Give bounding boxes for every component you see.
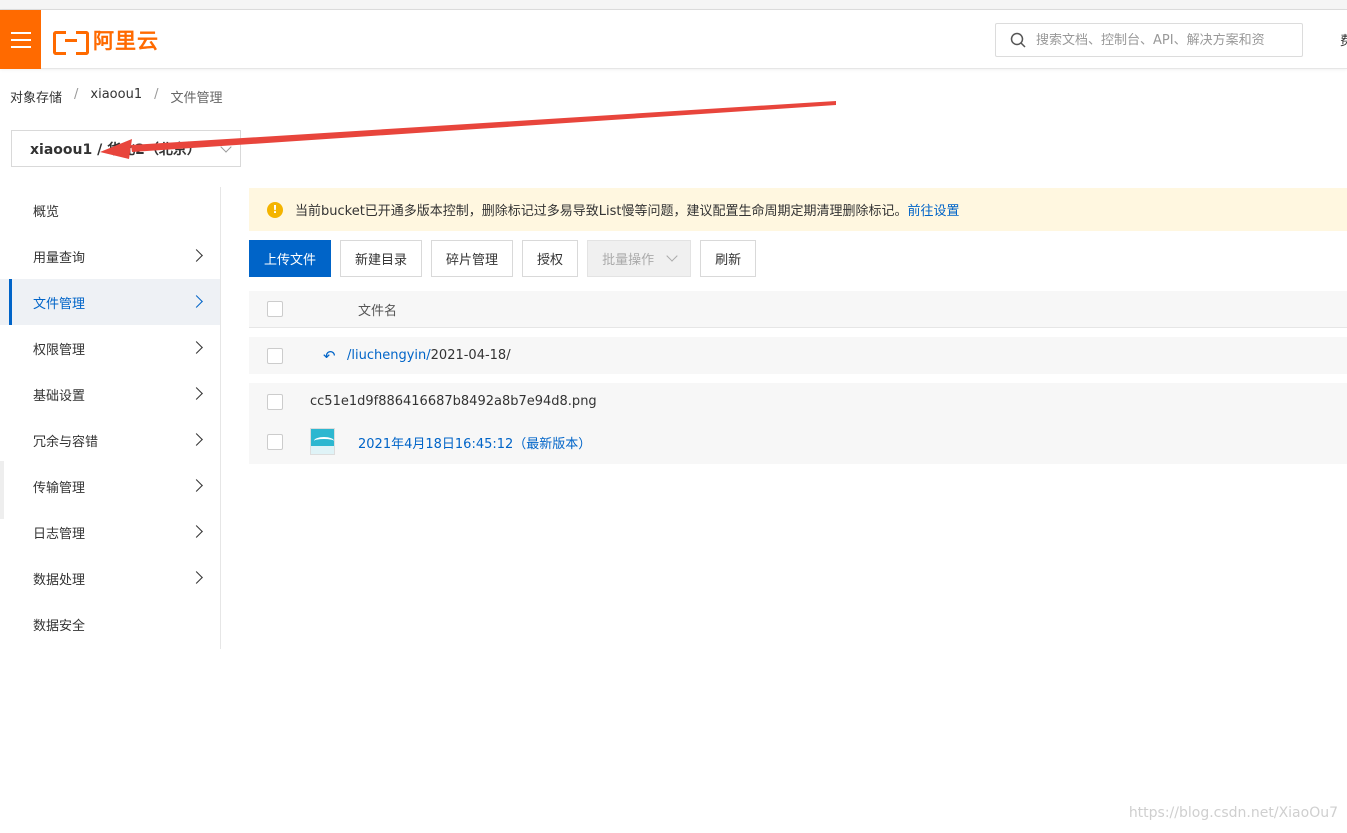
table-row-parent-directory[interactable]: ↶ /liuchengyin/2021-04-18/: [249, 337, 1347, 374]
sidebar-item-label: 权限管理: [33, 342, 86, 358]
sidebar-item-label: 日志管理: [33, 526, 86, 542]
directory-path-link[interactable]: /liuchengyin/: [347, 348, 431, 363]
chevron-right-icon: [190, 387, 203, 400]
aliyun-logo-icon: [53, 29, 89, 55]
chevron-right-icon: [190, 341, 203, 354]
sidebar-item-label: 基础设置: [33, 388, 86, 404]
directory-path: /liuchengyin/2021-04-18/: [347, 348, 511, 363]
breadcrumb-separator: /: [74, 87, 79, 102]
batch-operations-label: 批量操作: [602, 253, 655, 268]
chevron-right-icon: [190, 571, 203, 584]
aliyun-logo[interactable]: 阿里云: [53, 27, 159, 55]
row-checkbox[interactable]: [267, 347, 283, 364]
column-header-filename: 文件名: [358, 303, 398, 319]
chevron-right-icon: [190, 525, 203, 538]
new-directory-button[interactable]: 新建目录: [340, 240, 423, 277]
file-name: cc51e1d9f886416687b8492a8b7e94d8.png: [310, 394, 597, 409]
sidebar-item-transfer[interactable]: 传输管理: [0, 463, 220, 509]
back-arrow-icon[interactable]: ↶: [323, 347, 336, 365]
chevron-down-icon: [666, 250, 678, 262]
browser-top-strip: [0, 0, 1347, 10]
chevron-right-icon: [190, 479, 203, 492]
batch-operations-button[interactable]: 批量操作: [587, 240, 692, 277]
upload-file-button[interactable]: 上传文件: [249, 240, 332, 277]
authorize-button[interactable]: 授权: [522, 240, 579, 277]
bucket-region-selector[interactable]: xiaoou1 / 华北2（北京）: [11, 130, 241, 167]
breadcrumb-item-current: 文件管理: [170, 91, 223, 106]
sidebar-item-label: 概览: [33, 204, 60, 220]
sidebar-item-label: 用量查询: [33, 250, 86, 266]
watermark-text: https://blog.csdn.net/XiaoOu7: [1128, 805, 1338, 821]
breadcrumb-item-bucket[interactable]: xiaoou1: [90, 87, 142, 106]
bucket-selector-value: xiaoou1 / 华北2（北京）: [30, 141, 201, 158]
refresh-button[interactable]: 刷新: [700, 240, 757, 277]
fragment-management-button[interactable]: 碎片管理: [431, 240, 514, 277]
breadcrumb: 对象存储 / xiaoou1 / 文件管理: [10, 87, 223, 106]
row-checkbox[interactable]: [267, 434, 283, 450]
sidebar-item-usage[interactable]: 用量查询: [0, 233, 220, 279]
menu-icon: [10, 31, 31, 48]
sidebar-item-permissions[interactable]: 权限管理: [0, 325, 220, 371]
file-table: 文件名 ↶ /liuchengyin/2021-04-18/ cc51e1d9f…: [249, 291, 1347, 464]
table-header-row: 文件名: [249, 291, 1347, 328]
chevron-down-icon: [220, 141, 232, 153]
chevron-right-icon: [190, 249, 203, 262]
table-row-file[interactable]: cc51e1d9f886416687b8492a8b7e94d8.png: [249, 383, 1347, 420]
sidebar-item-redundancy[interactable]: 冗余与容错: [0, 417, 220, 463]
sidebar-item-data-processing[interactable]: 数据处理: [0, 555, 220, 601]
sidebar-item-label: 文件管理: [33, 296, 86, 312]
sidebar-item-overview[interactable]: 概览: [0, 187, 220, 233]
notice-text: 当前bucket已开通多版本控制，删除标记过多易导致List慢等问题，建议配置生…: [295, 204, 908, 219]
logo-text: 阿里云: [93, 29, 159, 53]
breadcrumb-item-oss[interactable]: 对象存储: [10, 87, 62, 106]
global-search-box[interactable]: [995, 23, 1303, 57]
sidebar-nav: 概览 用量查询 文件管理 权限管理 基础设置 冗余与容错 传输管理 日志管理 数…: [0, 187, 221, 649]
table-row-version[interactable]: 2021年4月18日16:45:12（最新版本）: [249, 420, 1347, 464]
sidebar-item-data-security[interactable]: 数据安全: [0, 601, 220, 647]
image-thumbnail-icon: [310, 428, 335, 455]
sidebar-item-label: 冗余与容错: [33, 434, 99, 450]
search-icon: [1010, 32, 1026, 48]
breadcrumb-separator: /: [154, 87, 159, 102]
top-right-text[interactable]: 费: [1340, 30, 1347, 49]
sidebar-item-label: 数据安全: [33, 618, 86, 634]
sidebar-item-logs[interactable]: 日志管理: [0, 509, 220, 555]
search-input[interactable]: [1036, 32, 1296, 48]
sidebar-item-label: 数据处理: [33, 572, 86, 588]
chevron-right-icon: [190, 433, 203, 446]
directory-path-current: 2021-04-18/: [430, 348, 511, 363]
chevron-right-icon: [190, 295, 203, 308]
sidebar-item-file-management[interactable]: 文件管理: [0, 279, 220, 325]
hamburger-menu-button[interactable]: [0, 10, 41, 69]
version-link[interactable]: 2021年4月18日16:45:12（最新版本）: [358, 433, 591, 452]
notice-settings-link[interactable]: 前往设置: [908, 200, 960, 219]
sidebar-item-label: 传输管理: [33, 480, 86, 496]
file-toolbar: 上传文件 新建目录 碎片管理 授权 批量操作 刷新: [249, 240, 757, 277]
sidebar-item-basic-settings[interactable]: 基础设置: [0, 371, 220, 417]
top-navigation-bar: 阿里云 费: [0, 10, 1347, 69]
sidebar-scroll-handle[interactable]: [0, 461, 4, 519]
versioning-notice-banner: ! 当前bucket已开通多版本控制，删除标记过多易导致List慢等问题，建议配…: [249, 188, 1347, 231]
warning-icon: !: [267, 201, 283, 218]
row-checkbox[interactable]: [267, 393, 283, 410]
select-all-checkbox[interactable]: [267, 301, 283, 317]
